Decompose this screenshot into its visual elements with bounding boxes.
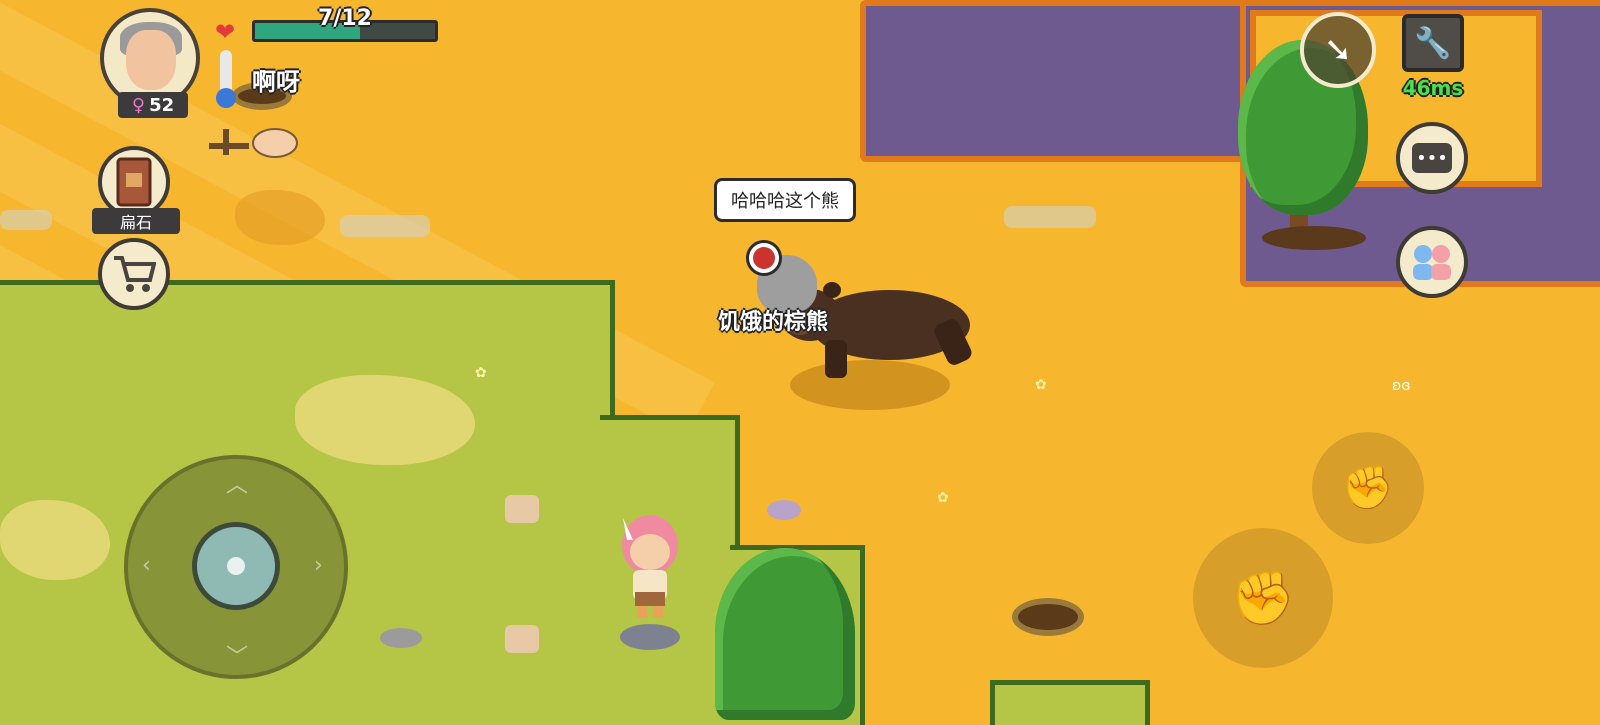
avatar-face — [126, 30, 176, 90]
shell[interactable] — [767, 500, 801, 520]
book-label: 扁石 — [92, 208, 180, 234]
compass-button[interactable]: ➘ — [1300, 12, 1376, 88]
chevron-right-icon: › — [314, 553, 323, 578]
ping-indicator: 46ms — [1402, 76, 1464, 100]
chat-bubble-icon: ••• — [1412, 143, 1452, 173]
burrow-hole[interactable] — [1012, 598, 1084, 636]
settings-button[interactable]: 🔧 — [1402, 14, 1464, 72]
joystick-knob[interactable] — [192, 522, 280, 610]
angry-emote-icon — [746, 240, 782, 276]
shop-button[interactable] — [98, 238, 170, 310]
mushroom[interactable] — [505, 625, 539, 653]
thermometer-icon — [216, 50, 236, 108]
friends-icon — [1413, 245, 1451, 280]
chat-button[interactable]: ••• — [1396, 122, 1468, 194]
bear-name-label: 饥饿的棕熊 — [718, 310, 829, 335]
tree-roots — [1262, 226, 1366, 250]
pine-tree[interactable] — [715, 548, 855, 720]
pebbles — [0, 210, 52, 230]
flint-stone[interactable] — [620, 624, 680, 650]
give-item-button[interactable]: ✊ — [1312, 432, 1424, 544]
wrench-icon: 🔧 — [1414, 25, 1452, 61]
flower-icon: ✿ — [1035, 377, 1047, 393]
chevron-down-icon: ﹀ — [226, 645, 249, 670]
water-pool — [860, 0, 1252, 162]
compass-arrow-icon: ➘ — [1323, 30, 1353, 70]
butterfly-icon: ʚɞ — [1392, 378, 1411, 394]
female-icon: ♀ — [131, 94, 146, 116]
chevron-up-icon: ︿ — [226, 473, 249, 498]
npc-speech-bubble: 哈哈哈这个熊 — [714, 178, 856, 222]
flower-icon: ✿ — [475, 365, 487, 381]
pebbles — [340, 215, 430, 237]
friends-button[interactable] — [1396, 226, 1468, 298]
status-text: 啊呀 — [252, 68, 300, 96]
chevron-left-icon: ‹ — [142, 553, 151, 578]
health-text-wrap: 7/12 — [252, 4, 438, 34]
flower-icon: ✿ — [937, 490, 949, 506]
level-value: 52 — [149, 94, 175, 116]
shopping-cart-icon — [114, 256, 156, 292]
equipped-item-icon[interactable] — [205, 125, 300, 160]
throw-button[interactable]: ✊ — [1193, 528, 1333, 668]
book-icon — [116, 157, 152, 207]
level-badge: ♀ 52 — [118, 92, 188, 118]
mushroom[interactable] — [505, 495, 539, 523]
player-character[interactable] — [615, 510, 685, 620]
grass-area — [990, 680, 1150, 725]
hand-give-icon: ✊ — [1341, 463, 1395, 512]
heart-icon: ❤ — [215, 18, 236, 46]
health-text: 7/12 — [318, 6, 372, 31]
hand-throw-icon: ✊ — [1230, 568, 1296, 629]
rock[interactable] — [380, 628, 422, 648]
pebbles — [1004, 206, 1096, 228]
